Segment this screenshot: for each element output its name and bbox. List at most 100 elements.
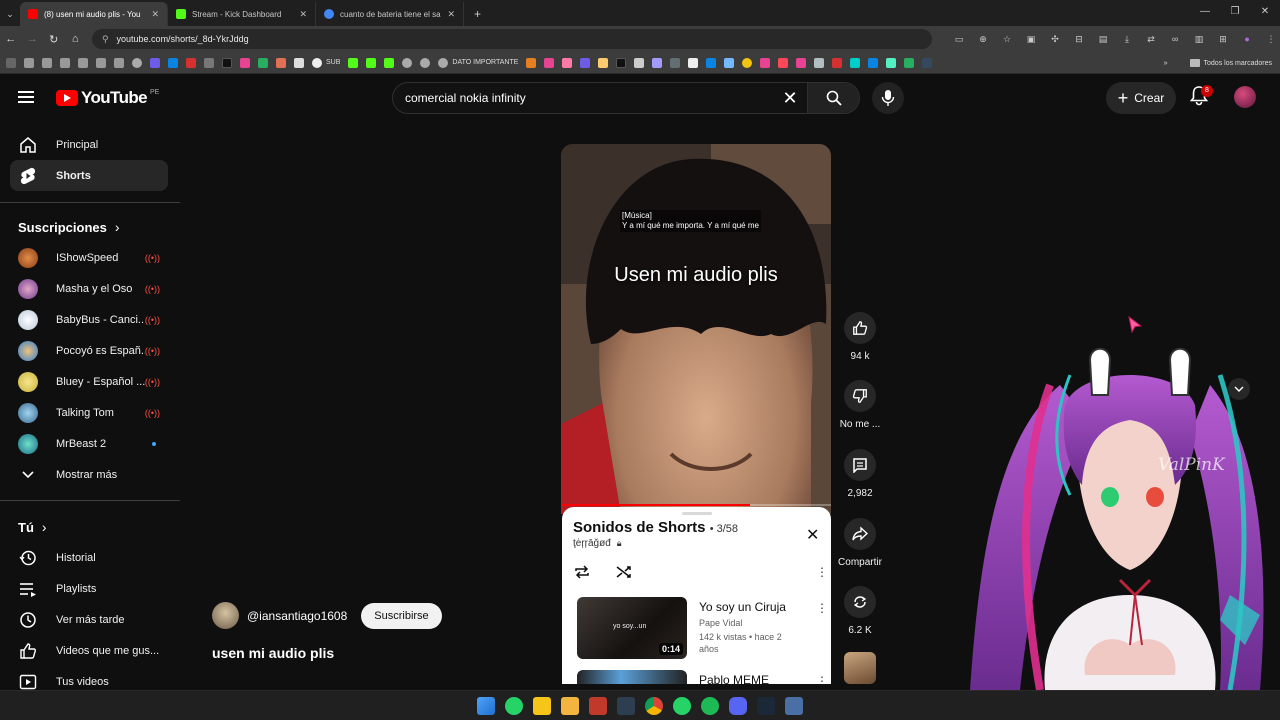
bookmark-icon[interactable] [186,57,196,68]
translate-icon[interactable]: ⇄ [1142,31,1160,47]
close-playlist-icon[interactable]: ✕ [806,525,819,545]
zoom-icon[interactable]: ⊕ [974,31,992,47]
sidebar-item-liked-videos[interactable]: Videos que me gus... [10,635,168,666]
instagram-bookmark-icon[interactable] [240,57,250,68]
sidebar-item-principal[interactable]: Principal [10,129,168,160]
bookmark-icon[interactable] [778,57,789,68]
search-input[interactable]: comercial nokia infinity [393,91,773,105]
drag-handle[interactable] [682,512,712,515]
bookmark-icon[interactable] [832,57,843,68]
bookmark-icon[interactable] [850,57,861,68]
bookmark-icon[interactable] [616,57,627,68]
maximize-icon[interactable]: ❐ [1220,0,1250,26]
progress-bar[interactable] [561,504,831,506]
loop-icon[interactable] [573,564,591,580]
steam-bookmark-icon[interactable] [922,57,933,68]
bookmark-icon[interactable] [580,57,591,68]
shuffle-icon[interactable] [615,564,633,580]
bookmark-icon[interactable] [402,57,413,68]
home-browser-icon[interactable]: ⌂ [64,33,85,45]
windows-start-icon[interactable] [477,696,495,715]
bookmark-folder-icon[interactable] [24,57,34,68]
bookmark-folder-icon[interactable] [114,57,124,68]
playlist-title[interactable]: Sonidos de Shorts • 3/58 [573,519,738,536]
playlist-item[interactable]: yo soy...un 0:14 Yo soy un Ciruja Pape V… [577,597,828,661]
subscriptions-heading[interactable]: Suscripciones › [18,219,120,235]
sidebar-item-masha[interactable]: Masha y el Oso ((•)) [10,273,168,304]
tab-kick[interactable]: Stream - Kick Dashboard ✕ [168,2,316,26]
bookmark-star-icon[interactable]: ☆ [998,31,1016,47]
item-more-icon[interactable]: ⋮ [816,674,828,684]
bookmark-icon[interactable] [688,57,699,68]
bookmark-folder-icon[interactable] [42,57,52,68]
app-taskbar-icon[interactable] [617,696,635,715]
like-button[interactable]: 94 k [836,312,884,362]
close-tab-icon[interactable]: ✕ [151,9,159,20]
bookmark-folder-icon[interactable] [78,57,88,68]
bookmark-sub[interactable]: SUB [312,57,340,68]
spotify-taskbar-icon[interactable] [701,696,719,715]
extensions-menu-icon[interactable]: ⊞ [1214,31,1232,47]
close-window-icon[interactable]: ✕ [1250,0,1280,26]
app-taskbar-icon[interactable] [589,696,607,715]
channel-handle[interactable]: @iansantiago1608 [247,609,347,623]
sidebar-item-mrbeast2[interactable]: MrBeast 2 [10,428,168,459]
reading-list-icon[interactable]: ▥ [1190,31,1208,47]
bookmark-icon[interactable] [796,57,807,68]
sidebar-item-bluey[interactable]: Bluey - Español ... ((•)) [10,366,168,397]
bookmark-icon[interactable] [150,57,160,68]
bookmark-icon[interactable] [742,57,753,68]
bookmark-icon[interactable] [904,57,915,68]
next-short-button[interactable] [1228,378,1250,400]
bookmark-icon[interactable] [598,57,609,68]
bookmark-icon[interactable] [366,57,377,68]
bookmark-icon[interactable] [258,57,268,68]
tab-search-button[interactable]: ⌄ [0,2,20,26]
bookmark-icon[interactable] [276,57,286,68]
tab-youtube[interactable]: (8) usen mi audio plis - You ✕ [20,2,168,26]
bookmark-icon[interactable] [724,57,735,68]
apps-icon[interactable] [6,57,16,68]
bookmark-icon[interactable] [384,57,395,68]
sidebar-item-historial[interactable]: Historial [10,542,168,573]
tab-google[interactable]: cuanto de bateria tiene el sam ✕ [316,2,464,26]
minimize-icon[interactable]: — [1190,0,1220,26]
hamburger-menu-icon[interactable] [18,88,38,108]
bookmark-icon[interactable] [132,57,142,68]
back-icon[interactable]: ← [0,33,21,45]
chrome-taskbar-icon[interactable] [645,696,663,715]
sidebar-item-watch-later[interactable]: Ver más tarde [10,604,168,635]
forward-icon[interactable]: → [21,33,42,45]
bookmark-icon[interactable] [204,57,214,68]
subscribe-button[interactable]: Suscribirse [361,602,442,629]
link-icon[interactable]: ∞ [1166,31,1184,47]
close-tab-icon[interactable]: ✕ [299,9,307,20]
youtube-logo[interactable]: YouTube PE [56,88,159,108]
item-more-icon[interactable]: ⋮ [816,601,828,615]
sidebar-item-shorts[interactable]: Shorts [10,160,168,191]
puzzle-icon[interactable]: ✣ [1046,31,1064,47]
account-avatar[interactable] [1234,86,1256,108]
sidebar-item-ishowspeed[interactable]: IShowSpeed ((•)) [10,242,168,273]
extension-icon[interactable]: ▣ [1022,31,1040,47]
steam-taskbar-icon[interactable] [757,696,775,715]
bookmark-icon[interactable] [294,57,304,68]
file-explorer-icon[interactable] [561,696,579,715]
discord-taskbar-icon[interactable] [729,696,747,715]
bookmark-icon[interactable] [760,57,771,68]
remix-button[interactable]: 6.2 K [836,586,884,636]
sidebar-item-talking-tom[interactable]: Talking Tom ((•)) [10,397,168,428]
whatsapp-taskbar-icon[interactable] [673,696,691,715]
bookmark-icon[interactable] [168,57,178,68]
profile-icon[interactable]: ● [1238,31,1256,47]
whatsapp-taskbar-icon[interactable] [505,696,523,715]
sidebar-item-babybus[interactable]: BabyBus - Canci... ((•)) [10,304,168,335]
chevron-more-icon[interactable]: » [1164,60,1168,67]
create-button[interactable]: + Crear [1106,82,1176,114]
app-taskbar-icon[interactable] [785,696,803,715]
share-button[interactable]: Compartir [836,518,884,568]
bookmark-icon[interactable] [652,57,663,68]
bookmark-icon[interactable] [886,57,897,68]
playlist-more-icon[interactable]: ⋮ [816,565,828,579]
bookmark-icon[interactable] [544,57,555,68]
